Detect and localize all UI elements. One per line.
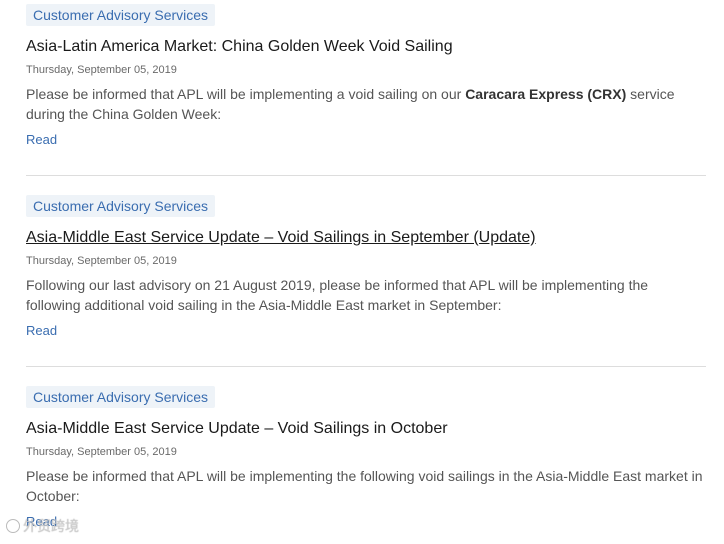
article-summary: Following our last advisory on 21 August… — [26, 277, 649, 313]
article-summary: Please be informed that APL will be impl… — [26, 84, 706, 124]
article-date: Thursday, September 05, 2019 — [26, 64, 177, 76]
read-link[interactable]: Read — [26, 323, 57, 339]
divider — [26, 175, 706, 176]
category-tag[interactable]: Customer Advisory Services — [26, 4, 216, 26]
article-summary: Please be informed that APL will be impl… — [26, 468, 703, 504]
category-tag[interactable]: Customer Advisory Services — [26, 195, 216, 217]
article-title[interactable]: Asia-Middle East Service Update – Void S… — [26, 419, 706, 439]
article-date: Thursday, September 05, 2019 — [26, 255, 177, 267]
advisory-article: Customer Advisory Services Asia-Middle E… — [26, 195, 706, 340]
advisory-article: Customer Advisory Services Asia-Latin Am… — [26, 4, 706, 149]
divider — [26, 366, 706, 367]
advisory-feed: Customer Advisory Services Asia-Latin Am… — [0, 0, 724, 544]
summary-highlight: Caracara Express (CRX) — [465, 86, 627, 102]
summary-text: Please be informed that APL will be impl… — [26, 86, 466, 102]
watermark: 外贸跨境 — [6, 517, 79, 535]
article-title[interactable]: Asia-Middle East Service Update – Void S… — [26, 228, 706, 248]
article-title[interactable]: Asia-Latin America Market: China Golden … — [26, 37, 706, 57]
watermark-text: 外贸跨境 — [23, 518, 79, 534]
watermark-logo-icon — [6, 519, 20, 533]
read-link[interactable]: Read — [26, 132, 57, 148]
advisory-article: Customer Advisory Services Asia-Middle E… — [26, 386, 706, 531]
category-tag[interactable]: Customer Advisory Services — [26, 386, 216, 408]
article-date: Thursday, September 05, 2019 — [26, 446, 177, 458]
